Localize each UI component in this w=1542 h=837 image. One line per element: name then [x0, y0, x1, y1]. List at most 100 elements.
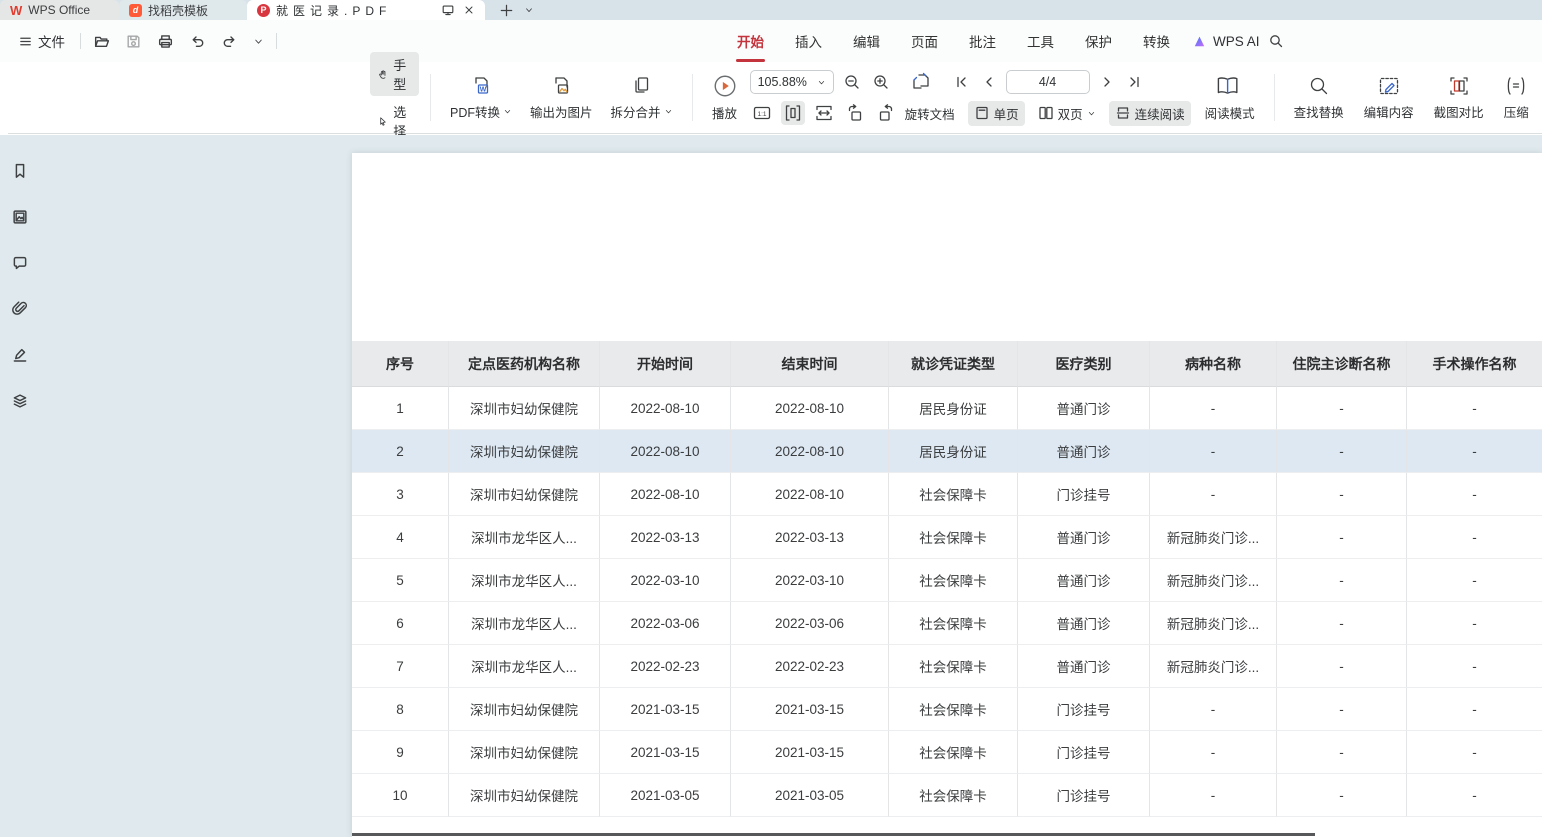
table-cell: -	[1277, 731, 1407, 774]
single-page-toggle[interactable]: 单页	[968, 101, 1025, 126]
continuous-reading-toggle[interactable]: 连续阅读	[1109, 101, 1191, 126]
table-header-cell: 开始时间	[600, 341, 731, 387]
table-cell: 深圳市妇幼保健院	[449, 387, 600, 430]
toolbar: 手型 选择 W PDF转换 输出为图片 拆分合并 播放	[8, 62, 1542, 134]
monitor-icon[interactable]	[441, 3, 455, 17]
next-page-icon[interactable]	[1097, 72, 1117, 92]
rotate-right-icon[interactable]	[874, 101, 898, 125]
table-row[interactable]: 2深圳市妇幼保健院2022-08-102022-08-10居民身份证普通门诊--…	[352, 430, 1542, 473]
ribbon-tab-home[interactable]: 开始	[736, 29, 765, 53]
bookmark-icon[interactable]	[8, 159, 32, 183]
medical-records-table: 序号定点医药机构名称开始时间结束时间就诊凭证类型医疗类别病种名称住院主诊断名称手…	[352, 341, 1542, 817]
file-menu-button[interactable]: 文件	[12, 27, 71, 55]
ribbon-tab-convert[interactable]: 转换	[1142, 29, 1171, 53]
table-row[interactable]: 7深圳市龙华区人...2022-02-232022-02-23社会保障卡普通门诊…	[352, 645, 1542, 688]
layers-icon[interactable]	[8, 389, 32, 413]
table-cell: 社会保障卡	[889, 731, 1018, 774]
find-replace-button[interactable]: 查找替换	[1286, 74, 1352, 121]
split-merge-button[interactable]: 拆分合并	[603, 62, 681, 133]
play-button[interactable]: 播放	[704, 62, 746, 133]
edit-content-icon	[1377, 74, 1401, 98]
table-cell: -	[1150, 731, 1277, 774]
table-cell: 5	[352, 559, 449, 602]
tab-docer-templates[interactable]: d 找稻壳模板	[119, 0, 247, 20]
table-cell: 社会保障卡	[889, 688, 1018, 731]
table-cell: 门诊挂号	[1018, 774, 1150, 817]
table-row[interactable]: 1深圳市妇幼保健院2022-08-102022-08-10居民身份证普通门诊--…	[352, 387, 1542, 430]
double-page-toggle[interactable]: 双页	[1032, 101, 1102, 126]
table-header-cell: 病种名称	[1150, 341, 1277, 387]
undo-icon[interactable]	[186, 30, 209, 53]
page-number-input[interactable]: 4/4	[1006, 70, 1090, 94]
table-row[interactable]: 8深圳市妇幼保健院2021-03-152021-03-15社会保障卡门诊挂号--…	[352, 688, 1542, 731]
table-cell: 社会保障卡	[889, 645, 1018, 688]
play-icon	[712, 73, 738, 99]
ribbon-tab-insert[interactable]: 插入	[794, 29, 823, 53]
redo-icon[interactable]	[218, 30, 241, 53]
table-cell: 社会保障卡	[889, 516, 1018, 559]
ribbon-tab-tools[interactable]: 工具	[1026, 29, 1055, 53]
table-cell: 深圳市妇幼保健院	[449, 731, 600, 774]
table-row[interactable]: 3深圳市妇幼保健院2022-08-102022-08-10社会保障卡门诊挂号--…	[352, 473, 1542, 516]
chevron-down-icon	[503, 107, 512, 116]
zoom-out-icon[interactable]	[841, 71, 863, 93]
table-cell: 普通门诊	[1018, 602, 1150, 645]
wps-ai-button[interactable]: WPS AI	[1192, 20, 1260, 62]
signature-icon[interactable]	[8, 343, 32, 367]
table-row[interactable]: 10深圳市妇幼保健院2021-03-052021-03-05社会保障卡门诊挂号-…	[352, 774, 1542, 817]
table-cell: 门诊挂号	[1018, 688, 1150, 731]
hand-tool-button[interactable]: 手型	[370, 52, 419, 96]
tab-document-active[interactable]: P 就医记录.PDF	[247, 0, 485, 20]
table-cell: -	[1407, 430, 1542, 473]
table-cell: -	[1407, 602, 1542, 645]
fit-page-icon[interactable]	[781, 101, 805, 125]
table-cell: -	[1150, 473, 1277, 516]
compress-button[interactable]: 压缩	[1496, 74, 1537, 121]
quick-access-chevron-icon[interactable]	[250, 33, 267, 50]
rotate-left-icon[interactable]	[843, 101, 867, 125]
table-cell: -	[1277, 387, 1407, 430]
rotate-document-button[interactable]: 旋转文档	[905, 104, 955, 123]
ribbon-tab-page[interactable]: 页面	[910, 29, 939, 53]
thumbnails-icon[interactable]	[8, 205, 32, 229]
table-header-row: 序号定点医药机构名称开始时间结束时间就诊凭证类型医疗类别病种名称住院主诊断名称手…	[352, 341, 1542, 387]
table-cell: 8	[352, 688, 449, 731]
attachments-icon[interactable]	[8, 297, 32, 321]
actual-size-icon[interactable]: 1:1	[750, 101, 774, 125]
save-icon[interactable]	[122, 30, 145, 53]
svg-text:1:1: 1:1	[757, 111, 766, 118]
continuous-reading-icon	[1115, 105, 1131, 121]
ribbon-tab-comment[interactable]: 批注	[968, 29, 997, 53]
edit-content-button[interactable]: 编辑内容	[1356, 74, 1422, 121]
table-cell: -	[1407, 387, 1542, 430]
menu-search-icon[interactable]	[1268, 20, 1284, 62]
close-icon[interactable]	[463, 4, 475, 16]
zoom-level-select[interactable]: 105.88%	[750, 70, 834, 94]
pdf-convert-button[interactable]: W PDF转换	[442, 62, 520, 133]
read-mode-button[interactable]: 阅读模式	[1197, 62, 1263, 133]
table-row[interactable]: 6深圳市龙华区人...2022-03-062022-03-06社会保障卡普通门诊…	[352, 602, 1542, 645]
table-bottom-border	[352, 833, 1315, 836]
export-as-image-button[interactable]: 输出为图片	[522, 62, 601, 133]
table-row[interactable]: 5深圳市龙华区人...2022-03-102022-03-10社会保障卡普通门诊…	[352, 559, 1542, 602]
table-cell: 2022-08-10	[600, 430, 731, 473]
comments-icon[interactable]	[8, 251, 32, 275]
tab-list-chevron-icon[interactable]	[524, 5, 534, 15]
tab-wps-office[interactable]: W WPS Office	[0, 0, 119, 20]
fit-width-icon[interactable]	[812, 101, 836, 125]
previous-page-icon[interactable]	[979, 72, 999, 92]
open-folder-icon[interactable]	[90, 30, 113, 53]
table-row[interactable]: 4深圳市龙华区人...2022-03-132022-03-13社会保障卡普通门诊…	[352, 516, 1542, 559]
print-icon[interactable]	[154, 30, 177, 53]
ribbon-tab-protect[interactable]: 保护	[1084, 29, 1113, 53]
rotate-pages-icon[interactable]	[907, 68, 935, 96]
new-tab-button[interactable]	[499, 3, 514, 18]
zoom-in-icon[interactable]	[870, 71, 892, 93]
last-page-icon[interactable]	[1124, 72, 1144, 92]
table-cell: -	[1150, 774, 1277, 817]
first-page-icon[interactable]	[952, 72, 972, 92]
screenshot-compare-button[interactable]: 截图对比	[1426, 74, 1492, 121]
table-cell: 2021-03-15	[600, 688, 731, 731]
ribbon-tab-edit[interactable]: 编辑	[852, 29, 881, 53]
table-row[interactable]: 9深圳市妇幼保健院2021-03-152021-03-15社会保障卡门诊挂号--…	[352, 731, 1542, 774]
